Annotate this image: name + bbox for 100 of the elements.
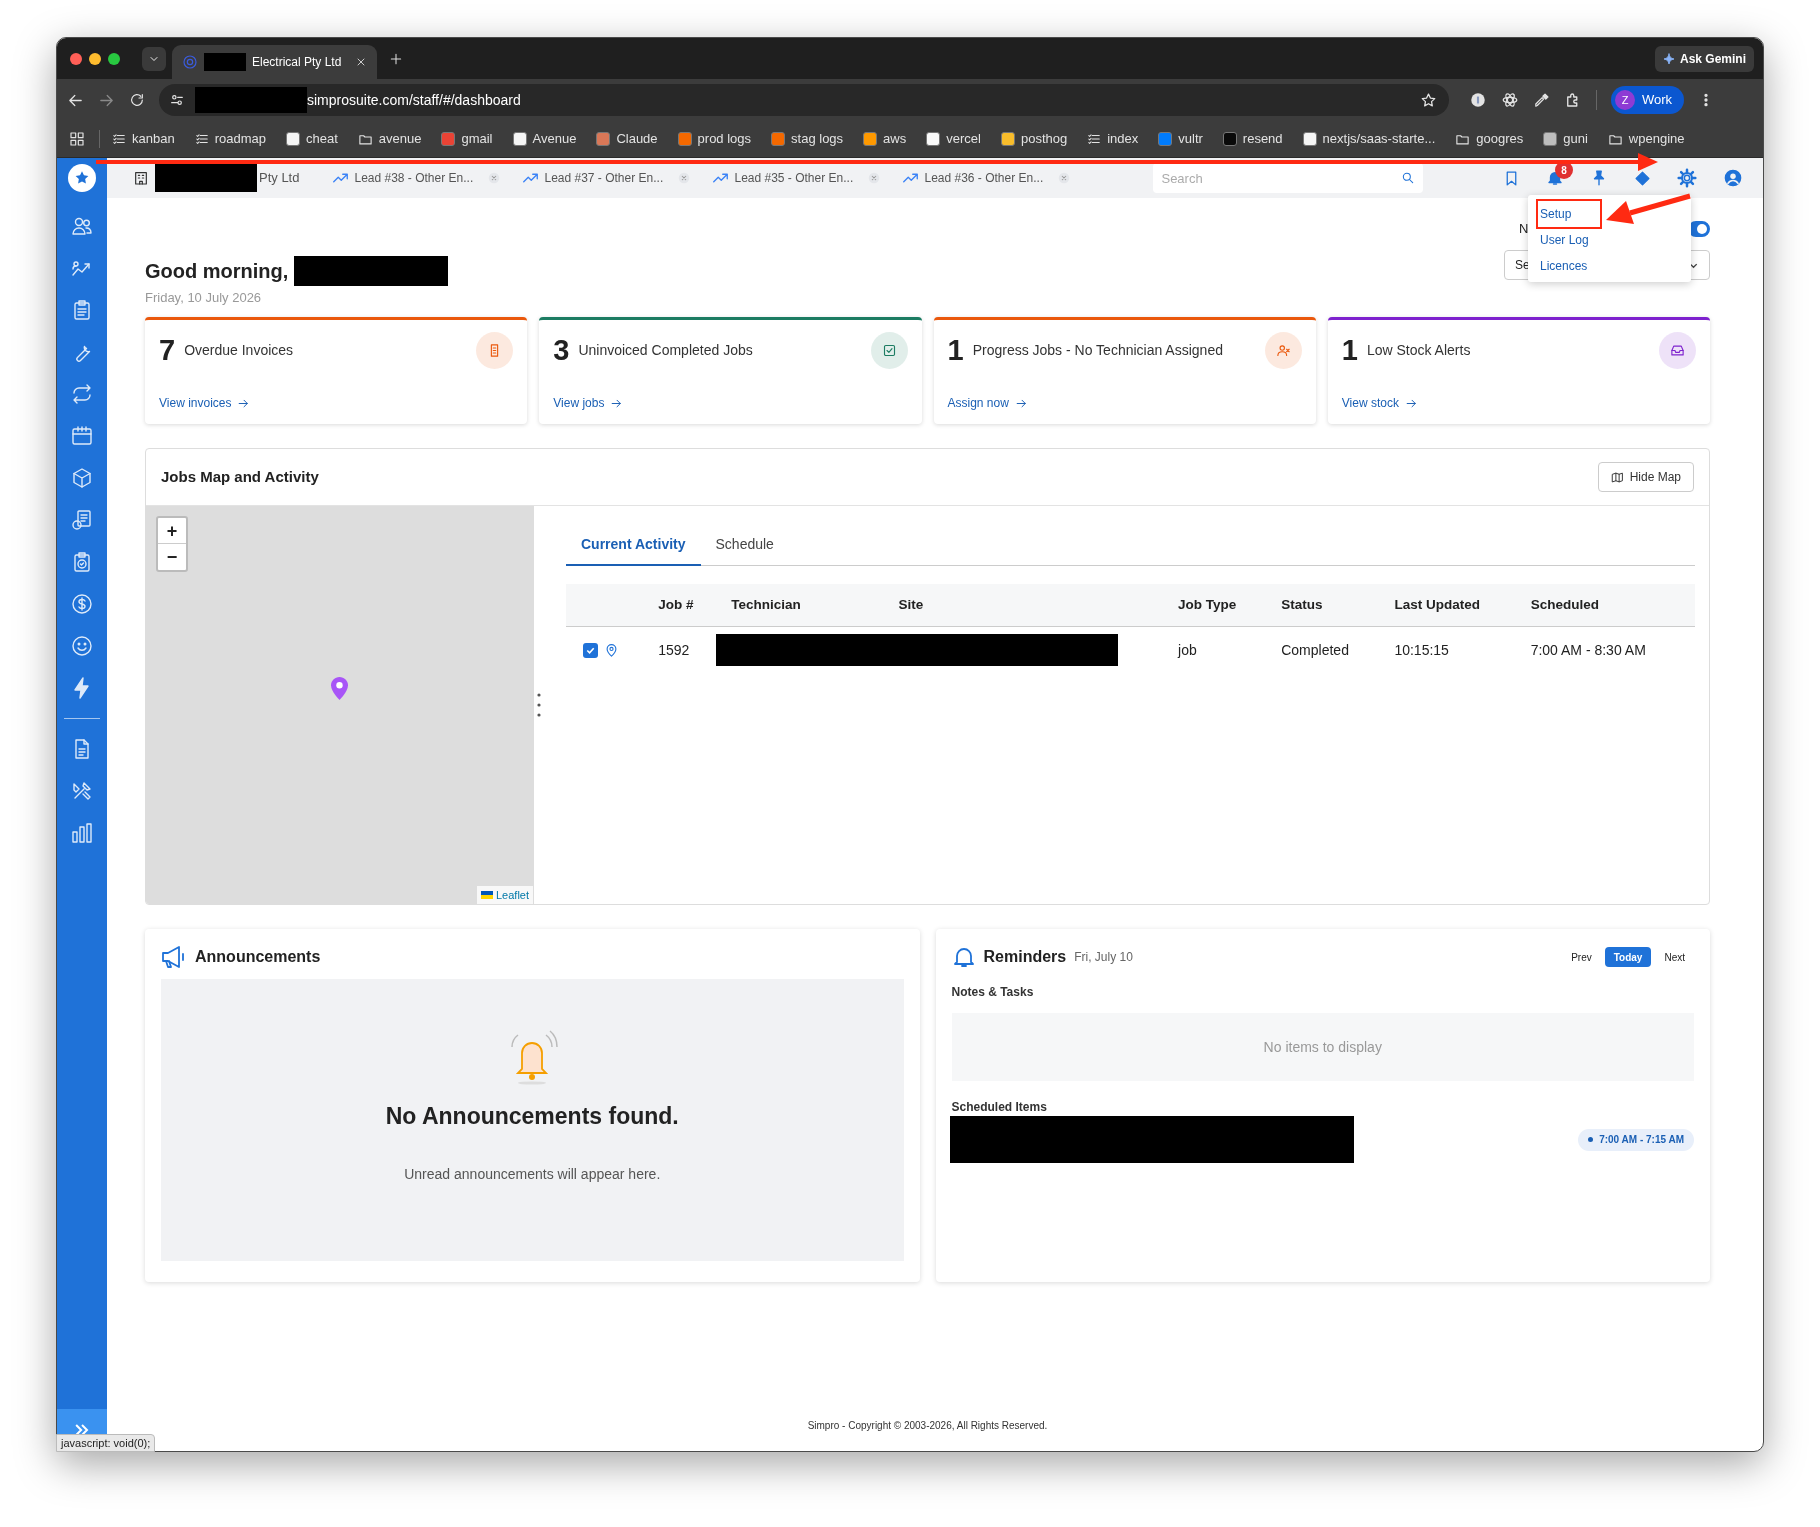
location-icon[interactable] — [604, 642, 619, 658]
tab[interactable]: Current Activity — [566, 524, 701, 566]
count-text: 7 — [159, 336, 176, 365]
menu-item[interactable]: Setup — [1538, 201, 1600, 227]
bookmark-link[interactable]: roadmap — [194, 129, 266, 149]
card-link[interactable]: Assign now — [947, 394, 1028, 412]
list-icon — [1087, 132, 1102, 146]
count-text: 1 — [947, 336, 964, 365]
empty-state: No items to display — [951, 1013, 1694, 1081]
apps-grid-icon[interactable] — [69, 131, 85, 147]
megaphone-icon — [161, 945, 187, 969]
tab[interactable]: Schedule — [700, 524, 789, 566]
bookmark-link[interactable]: index — [1087, 129, 1139, 149]
atom-icon[interactable] — [1501, 91, 1519, 109]
card-title: Progress Jobs - No Technician Assigned — [972, 341, 1223, 360]
box-icon[interactable] — [70, 466, 94, 490]
menu-item[interactable]: User Log — [1538, 227, 1600, 253]
repeat-icon[interactable] — [70, 382, 94, 406]
nav-button[interactable]: Prev — [1562, 947, 1601, 967]
zoom-out-button[interactable]: − — [158, 544, 186, 570]
card-link[interactable]: View jobs — [553, 394, 624, 412]
time-badge: 7:00 AM - 7:15 AM — [1578, 1128, 1694, 1151]
user-icon[interactable] — [1723, 168, 1743, 188]
logo-icon[interactable] — [68, 164, 96, 192]
trend-icon — [523, 173, 539, 183]
card-link[interactable]: View invoices — [159, 394, 251, 412]
bookmark-link[interactable]: vultr — [1158, 129, 1203, 149]
eyedropper-icon[interactable] — [1533, 91, 1550, 109]
row-checkbox[interactable] — [583, 642, 598, 658]
count-text: 3 — [553, 336, 570, 365]
maximize-button[interactable] — [108, 52, 120, 65]
trend-icon — [333, 173, 349, 183]
dollar-icon[interactable] — [70, 592, 94, 616]
date-text: Fri, July 10 — [1074, 949, 1133, 966]
table-cell: 7:00 AM - 8:30 AM — [1530, 626, 1695, 674]
bookmark-link[interactable]: stag logs — [771, 129, 844, 149]
settings-icon[interactable] — [1677, 168, 1697, 188]
card-link[interactable]: View stock — [1341, 394, 1418, 412]
reload-icon[interactable] — [129, 92, 145, 108]
bookmark-link[interactable]: avenue — [357, 129, 422, 149]
password-icon[interactable] — [1469, 91, 1487, 109]
tab-title: Electrical Pty Ltd — [252, 54, 343, 71]
documents-icon[interactable] — [70, 508, 94, 532]
browser-tab[interactable]: Electrical Pty Ltd — [172, 45, 377, 79]
building-icon[interactable] — [133, 170, 149, 186]
tab-search-button[interactable] — [142, 46, 166, 71]
bookmark-link[interactable]: resend — [1222, 129, 1283, 149]
hide-map-button[interactable]: Hide Map — [1597, 462, 1694, 492]
address-bar[interactable]: simprosuite.com/staff/#/dashboard — [159, 84, 1449, 116]
bookmark-link[interactable]: prod logs — [677, 129, 752, 149]
nav-button[interactable]: Next — [1655, 947, 1694, 967]
column-header: Job Type — [1178, 584, 1282, 626]
site-settings-icon[interactable] — [169, 92, 185, 108]
nav-button[interactable]: Today — [1604, 947, 1652, 967]
ask-gemini-button[interactable]: Ask Gemini — [1654, 45, 1754, 72]
bookmark-link[interactable]: googres — [1455, 129, 1524, 149]
bookmark-link[interactable]: vercel — [926, 129, 981, 149]
globe-icon — [182, 54, 198, 70]
bookmark-link[interactable]: nextjs/saas-starte... — [1302, 129, 1436, 149]
column-header: Last Updated — [1394, 584, 1531, 626]
calendar-icon[interactable] — [70, 424, 94, 448]
empty-title: No Announcements found. — [385, 1102, 679, 1131]
recent-tab[interactable]: Lead #35 - Other En... — [713, 169, 904, 187]
url-text: simprosuite.com/staff/#/dashboard — [307, 90, 521, 110]
diamond-icon[interactable] — [1634, 169, 1651, 187]
bookmark-link[interactable]: cheat — [285, 129, 338, 149]
new-tab-icon[interactable] — [389, 51, 403, 66]
menu-item[interactable]: Licences — [1538, 253, 1600, 279]
greeting-text: Good morning, — [145, 259, 289, 284]
bookmark-link[interactable]: Avenue — [512, 129, 577, 149]
list-icon — [112, 132, 126, 146]
drag-handle-icon[interactable] — [536, 692, 541, 718]
minimize-button[interactable] — [89, 52, 101, 65]
column-header: Scheduled — [1530, 584, 1695, 626]
bookmark-link[interactable]: Claude — [596, 129, 658, 149]
bookmark-link[interactable]: guni — [1543, 129, 1588, 149]
redacted-block — [204, 53, 246, 71]
bookmark-link[interactable]: posthog — [1000, 129, 1068, 149]
search-field[interactable]: Search — [1153, 163, 1424, 193]
profile-button[interactable]: Z Work — [1611, 86, 1685, 114]
bookmark-link[interactable]: aws — [863, 129, 907, 149]
bookmark-link[interactable]: wpengine — [1607, 129, 1685, 149]
recent-tab[interactable]: Lead #38 - Other En... — [333, 169, 524, 187]
column-header: Status — [1281, 584, 1395, 626]
card-title: Low Stock Alerts — [1366, 341, 1471, 360]
close-icon[interactable] — [355, 56, 367, 68]
checkbox-icon — [881, 343, 897, 358]
close-button[interactable] — [70, 52, 82, 65]
table-cell: job — [1178, 626, 1282, 674]
person-icon — [1275, 343, 1291, 358]
column-header: Site — [898, 584, 1179, 626]
bookmark-link[interactable]: gmail — [441, 129, 493, 149]
bar-chart-icon[interactable] — [70, 821, 94, 845]
recent-tab[interactable]: Lead #36 - Other En... — [903, 169, 1094, 187]
attribution-link[interactable]: Leaflet — [476, 885, 533, 904]
smiley-icon[interactable] — [70, 634, 94, 658]
star-icon[interactable] — [1420, 91, 1437, 109]
bookmark-link[interactable]: kanban — [112, 129, 175, 149]
recent-tab[interactable]: Lead #37 - Other En... — [523, 169, 714, 187]
zoom-in-button[interactable]: + — [158, 518, 186, 544]
